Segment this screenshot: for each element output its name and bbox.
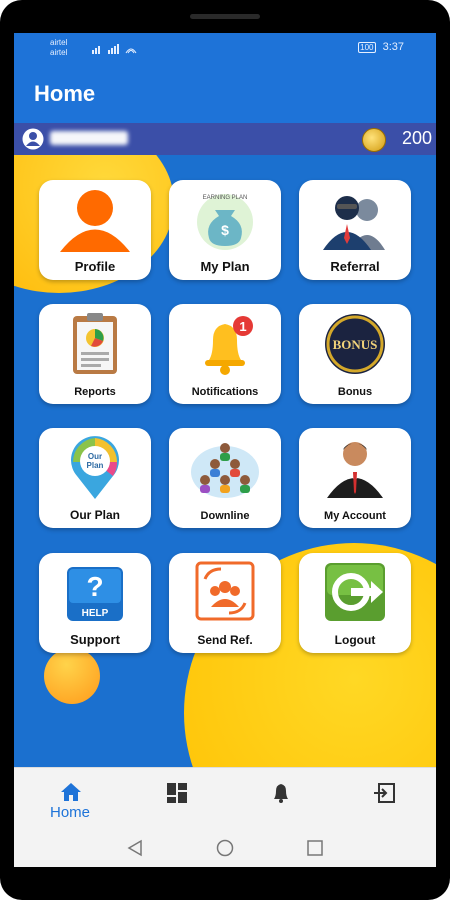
coin-balance: 200 xyxy=(401,128,432,148)
referral-tile[interactable]: Referral xyxy=(299,180,411,280)
bonus-badge-text: BONUS xyxy=(333,337,378,352)
notification-count: 1 xyxy=(239,319,246,334)
profile-label: Profile xyxy=(74,259,116,274)
my-account-tile[interactable]: My Account xyxy=(299,428,411,528)
referral-label: Referral xyxy=(330,259,380,274)
user-avatar-icon[interactable] xyxy=(22,128,44,150)
exit-icon xyxy=(374,783,395,803)
battery-time: 100 3:37 xyxy=(358,41,404,53)
system-nav-bar xyxy=(14,829,436,867)
nav-dashboard[interactable] xyxy=(166,782,206,822)
app-bar: Home xyxy=(14,63,436,123)
svg-text:Our: Our xyxy=(88,452,102,461)
logout-icon xyxy=(325,563,385,621)
signal-icon xyxy=(92,43,138,57)
my-plan-label: My Plan xyxy=(200,259,250,274)
location-pin-icon: Our Plan xyxy=(71,436,119,499)
svg-text:Plan: Plan xyxy=(87,461,104,470)
my-account-label: My Account xyxy=(324,510,386,522)
back-icon[interactable] xyxy=(126,839,144,857)
logout-label: Logout xyxy=(334,633,376,647)
send-ref-tile[interactable]: Send Ref. xyxy=(169,553,281,653)
bell-nav-icon xyxy=(274,784,288,803)
support-tile[interactable]: ? HELP Support xyxy=(39,553,151,653)
downline-label: Downline xyxy=(200,510,250,522)
our-plan-label: Our Plan xyxy=(69,508,120,522)
nav-notifications[interactable] xyxy=(270,782,310,822)
help-badge-text: HELP xyxy=(82,608,109,619)
profile-tile[interactable]: Profile xyxy=(39,180,151,280)
svg-text:$: $ xyxy=(221,222,229,238)
nav-home[interactable]: Home xyxy=(30,782,110,822)
bell-icon: 1 xyxy=(205,316,253,375)
reports-label: Reports xyxy=(74,386,116,398)
carrier-info: airtel airtel xyxy=(50,38,67,58)
notifications-label: Notifications xyxy=(191,386,259,398)
clipboard-report-icon xyxy=(73,313,117,374)
coin-icon xyxy=(362,128,386,152)
profile-icon xyxy=(60,190,130,252)
svg-text:?: ? xyxy=(86,571,103,602)
earning-plan-text: EARNING PLAN xyxy=(203,195,248,201)
battery-icon: 100 xyxy=(358,42,376,53)
reports-tile[interactable]: Reports xyxy=(39,304,151,404)
downline-tile[interactable]: Downline xyxy=(169,428,281,528)
phone-frame: airtel airtel 100 3:37 Home 200 Profile … xyxy=(0,0,450,900)
our-plan-tile[interactable]: Our Plan Our Plan xyxy=(39,428,151,528)
home-circle-icon[interactable] xyxy=(216,839,234,857)
nav-home-label: Home xyxy=(49,804,90,821)
businessman-icon xyxy=(327,442,383,498)
home-icon xyxy=(61,783,81,801)
bonus-label: Bonus xyxy=(337,386,373,398)
speaker-grille xyxy=(190,14,260,19)
bonus-tile[interactable]: BONUS Bonus xyxy=(299,304,411,404)
send-ref-label: Send Ref. xyxy=(197,633,253,647)
referral-people-icon xyxy=(323,196,385,250)
bonus-medal-icon: BONUS xyxy=(325,314,385,374)
status-bar: airtel airtel 100 3:37 xyxy=(14,33,436,63)
decor-blob-small xyxy=(44,648,100,704)
carrier-2: airtel xyxy=(50,48,68,57)
money-bag-icon: EARNING PLAN $ xyxy=(197,194,253,250)
notifications-tile[interactable]: 1 Notifications xyxy=(169,304,281,404)
recents-icon[interactable] xyxy=(306,839,324,857)
username-redacted xyxy=(50,131,128,145)
send-referral-icon xyxy=(195,561,255,621)
dashboard-icon xyxy=(167,783,187,803)
user-info-bar: 200 xyxy=(14,123,436,155)
team-pyramid-icon xyxy=(191,443,259,498)
my-plan-tile[interactable]: EARNING PLAN $ My Plan xyxy=(169,180,281,280)
support-label: Support xyxy=(70,632,120,647)
page-title: Home xyxy=(34,81,96,106)
carrier-1: airtel xyxy=(50,38,68,47)
nav-logout[interactable] xyxy=(372,782,412,822)
help-icon: ? HELP xyxy=(67,567,123,621)
logout-tile[interactable]: Logout xyxy=(299,553,411,653)
status-time: 3:37 xyxy=(382,41,404,53)
bottom-nav: Home xyxy=(14,767,436,830)
app-screen: airtel airtel 100 3:37 Home 200 Profile … xyxy=(14,33,436,867)
